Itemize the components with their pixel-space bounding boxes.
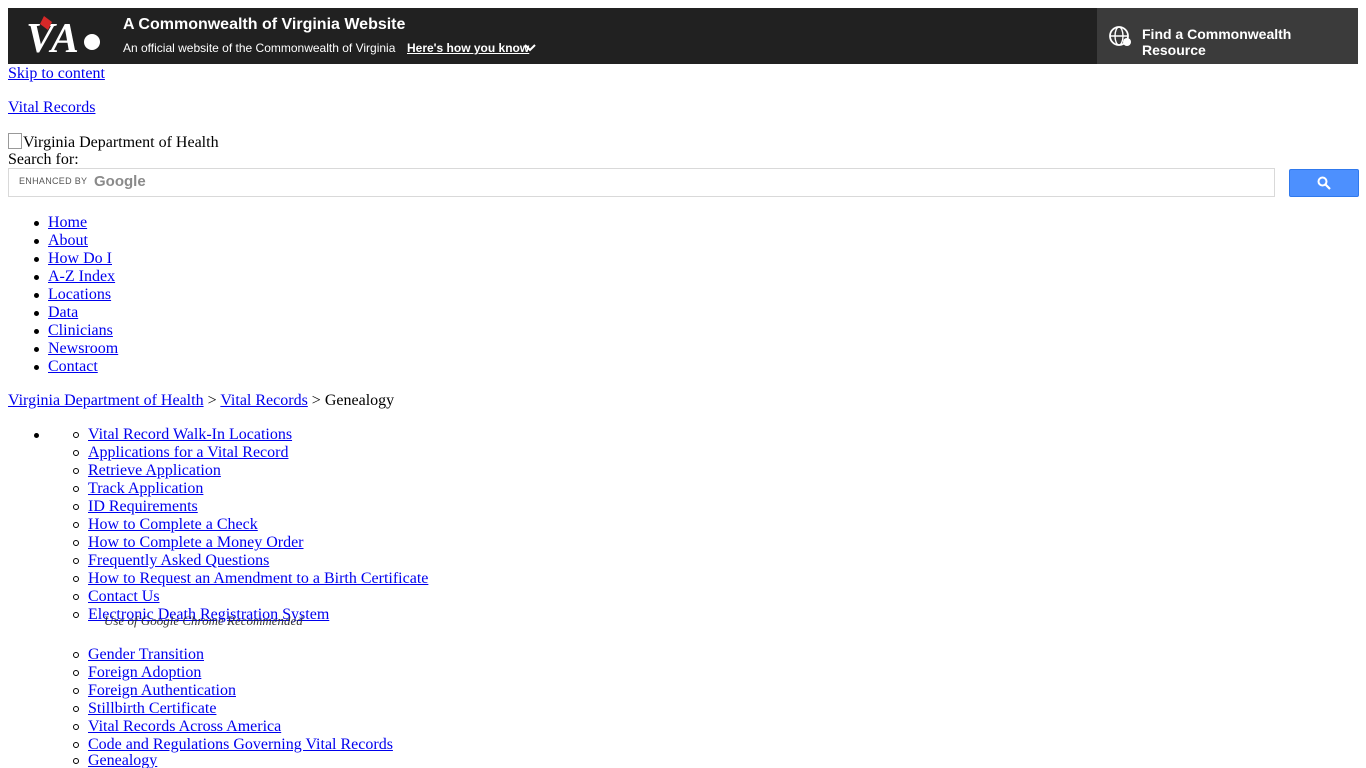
globe-icon — [1109, 26, 1131, 46]
submenu-link-stillbirth[interactable]: Stillbirth Certificate — [88, 700, 216, 717]
nav-link-home[interactable]: Home — [48, 214, 87, 231]
commonwealth-banner: VA A Commonwealth of Virginia Website An… — [8, 8, 1358, 64]
submenu-item: Track Application — [72, 480, 203, 498]
broken-image-icon — [8, 133, 22, 149]
submenu-item: Applications for a Vital Record — [72, 444, 288, 462]
submenu-link-track-application[interactable]: Track Application — [88, 480, 203, 497]
site-title-link[interactable]: Vital Records — [8, 99, 95, 117]
breadcrumb-current: Genealogy — [324, 392, 395, 409]
search-box[interactable]: ENHANCED BY Google — [8, 168, 1275, 197]
nav-item-a-z-index: A-Z Index — [33, 268, 115, 286]
search-label: Search for: — [8, 151, 79, 168]
submenu-item: Frequently Asked Questions — [72, 552, 269, 570]
nav-link-clinicians[interactable]: Clinicians — [48, 322, 113, 339]
nav-item-about: About — [34, 232, 88, 250]
submenu-link-money-order[interactable]: How to Complete a Money Order — [88, 534, 304, 551]
breadcrumb-link-vital-records[interactable]: Vital Records — [220, 392, 307, 409]
find-resource-label: Find a Commonwealth Resource — [1142, 26, 1292, 58]
submenu-link-contact-us[interactable]: Contact Us — [88, 588, 160, 605]
submenu-link-code-regulations[interactable]: Code and Regulations Governing Vital Rec… — [88, 736, 393, 753]
submenu-link-foreign-adoption[interactable]: Foreign Adoption — [88, 664, 201, 681]
chevron-down-icon[interactable] — [524, 43, 536, 53]
submenu-link-complete-check[interactable]: How to Complete a Check — [88, 516, 258, 533]
find-resource-button[interactable]: Find a Commonwealth Resource — [1097, 8, 1358, 64]
submenu-link-walk-in-locations[interactable]: Vital Record Walk-In Locations — [88, 426, 292, 443]
nav-item-contact: Contact — [34, 358, 98, 376]
vdh-logo-image[interactable]: Virginia Department of Health — [8, 133, 219, 152]
heres-how-you-know-link[interactable]: Here's how you know — [407, 41, 529, 55]
nav-link-a-z-index[interactable]: A-Z Index — [48, 268, 115, 285]
search-input[interactable] — [97, 171, 1261, 193]
nav-item-newsroom: Newsroom — [33, 340, 118, 358]
skip-to-content-link[interactable]: Skip to content — [8, 65, 105, 83]
breadcrumb: Virginia Department of Health > Vital Re… — [8, 392, 394, 410]
virginia-logo-icon: VA — [26, 16, 100, 60]
submenu-link-amendment[interactable]: How to Request an Amendment to a Birth C… — [88, 570, 428, 587]
submenu-item: Gender Transition — [73, 646, 204, 664]
submenu-item: Foreign Adoption — [72, 664, 201, 682]
submenu-link-genealogy[interactable]: Genealogy — [88, 752, 157, 768]
breadcrumb-link-vdh[interactable]: Virginia Department of Health — [8, 392, 204, 409]
submenu-item: How to Complete a Check — [73, 516, 258, 534]
breadcrumb-separator: > — [311, 392, 321, 409]
submenu-link-foreign-authentication[interactable]: Foreign Authentication — [88, 682, 236, 699]
search-icon — [1317, 176, 1331, 190]
banner-subtitle: An official website of the Commonwealth … — [123, 41, 396, 55]
nav-link-data[interactable]: Data — [48, 304, 78, 321]
nav-item-data: Data — [33, 304, 78, 322]
submenu-link-gender-transition[interactable]: Gender Transition — [88, 646, 204, 663]
submenu-link-faq[interactable]: Frequently Asked Questions — [88, 552, 269, 569]
submenu-item: Genealogy — [72, 752, 157, 768]
submenu-item: ID Requirements — [73, 498, 198, 516]
nav-link-newsroom[interactable]: Newsroom — [48, 340, 118, 357]
submenu-item: Vital Record Walk-In Locations — [72, 426, 292, 444]
submenu-link-applications[interactable]: Applications for a Vital Record — [88, 444, 288, 461]
nav-link-locations[interactable]: Locations — [48, 286, 111, 303]
submenu-item: Foreign Authentication — [73, 682, 236, 700]
submenu-item: Contact Us — [73, 588, 160, 606]
submenu-link-retrieve-application[interactable]: Retrieve Application — [88, 462, 221, 479]
submenu-item: Stillbirth Certificate — [72, 700, 216, 718]
submenu-link-id-requirements[interactable]: ID Requirements — [88, 498, 198, 515]
breadcrumb-separator: > — [207, 392, 217, 409]
nav-item-home: Home — [33, 214, 87, 232]
submenu-parent-bullet — [34, 426, 56, 444]
nav-item-how-do-i: How Do I — [34, 250, 112, 268]
submenu-item: How to Complete a Money Order — [73, 534, 304, 552]
enhanced-by-label: ENHANCED BY — [19, 176, 88, 186]
nav-link-how-do-i[interactable]: How Do I — [48, 250, 112, 267]
logo-alt-text: Virginia Department of Health — [23, 134, 219, 151]
nav-item-clinicians: Clinicians — [34, 322, 113, 340]
submenu-link-across-america[interactable]: Vital Records Across America — [88, 718, 281, 735]
nav-item-locations: Locations — [33, 286, 111, 304]
submenu-item: Retrieve Application — [73, 462, 221, 480]
chrome-recommended-note: Use of Google Chrome Recommended — [104, 613, 303, 628]
submenu-item: Vital Records Across America — [72, 718, 281, 736]
banner-title: A Commonwealth of Virginia Website — [123, 16, 406, 33]
submenu-item: How to Request an Amendment to a Birth C… — [72, 570, 428, 588]
nav-link-contact[interactable]: Contact — [48, 358, 98, 375]
search-button[interactable] — [1289, 169, 1359, 197]
svg-text:VA: VA — [26, 16, 79, 60]
nav-link-about[interactable]: About — [48, 232, 88, 249]
